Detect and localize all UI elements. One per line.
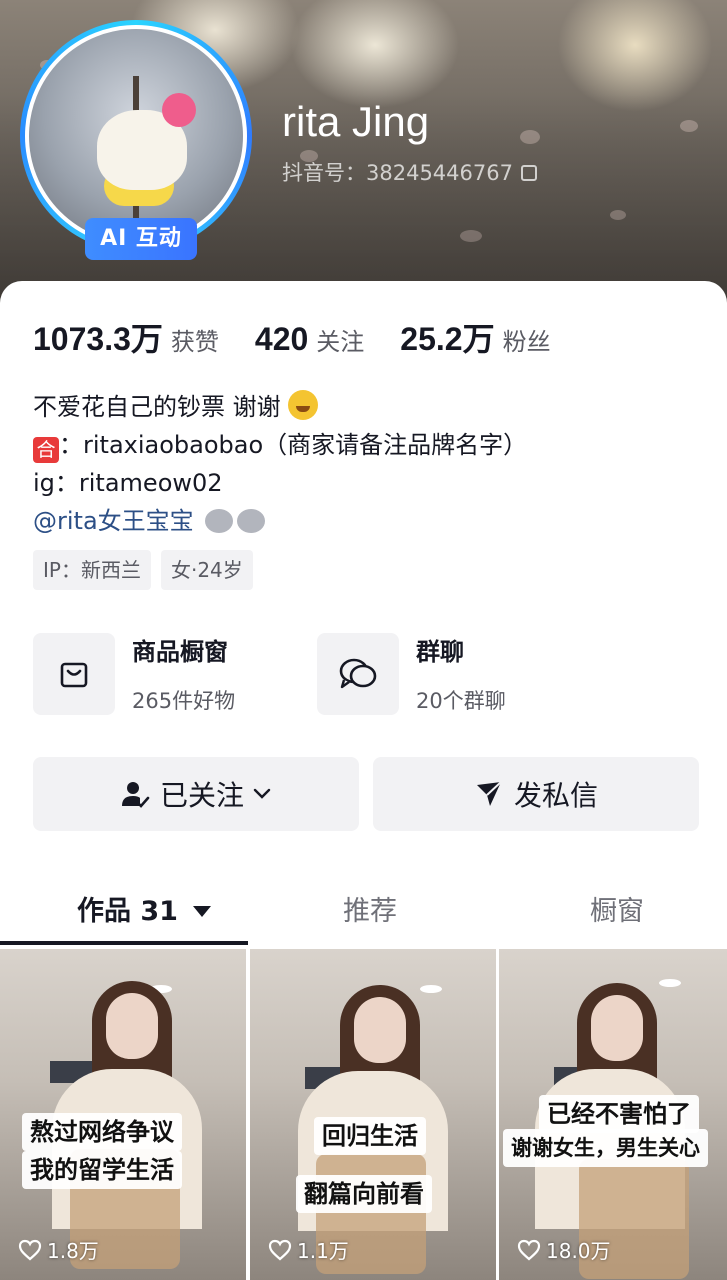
video-likes-2-count: 1.1万 (297, 1239, 349, 1263)
likes-label: 获赞 (170, 328, 219, 356)
group-chat-count: 20个群聊 (416, 689, 506, 713)
send-message-label: 发私信 (513, 779, 598, 812)
send-icon (474, 779, 504, 809)
cooperation-icon: 合 (33, 437, 59, 463)
video-grid: 熬过网络争议 我的留学生活 1.8万 回归生活 翻篇向前看 1.1万 已经不害怕… (0, 949, 727, 1280)
following-button[interactable]: 已关注 (33, 757, 359, 831)
heart-icon (268, 1239, 292, 1260)
koala-emoji-icon (237, 509, 266, 533)
video-card-3[interactable]: 已经不害怕了 谢谢女生，男生关心 18.0万 (499, 949, 727, 1280)
video-likes-3-count: 18.0万 (546, 1239, 611, 1263)
following-button-label: 已关注 (159, 779, 244, 812)
following-label: 关注 (316, 328, 365, 356)
elephant-emoji-icon (205, 509, 234, 533)
content-tabs: 作品 31 推荐 橱窗 (0, 871, 727, 941)
bio: 不爱花自己的钞票 谢谢 合：ritaxiaobaobao（商家请备注品牌名字） … (33, 388, 527, 540)
chat-bubbles-icon (317, 632, 399, 715)
shopping-bag-icon (33, 632, 115, 715)
video-caption-1a: 熬过网络争议 (22, 1113, 182, 1151)
video-card-1[interactable]: 熬过网络争议 我的留学生活 1.8万 (0, 949, 246, 1280)
video-caption-3a: 已经不害怕了 (539, 1095, 699, 1133)
following-count[interactable]: 420 (255, 321, 308, 358)
active-tab-indicator (0, 941, 248, 945)
tab-recommend[interactable]: 推荐 (343, 889, 397, 928)
shop-window-count: 265件好物 (132, 689, 236, 713)
mention-link[interactable]: @rita女王宝宝 (33, 507, 194, 535)
gender-age-tag: 女·24岁 (160, 550, 253, 590)
stats-row: 1073.3万 获赞 420 关注 25.2万 粉丝 (33, 314, 587, 360)
avatar-image (25, 25, 247, 247)
video-likes-1: 1.8万 (18, 1235, 99, 1264)
tab-showcase[interactable]: 橱窗 (590, 889, 644, 928)
bio-line-3: ig：ritameow02 (33, 469, 223, 497)
grin-emoji-icon (288, 390, 319, 420)
likes-count[interactable]: 1073.3万 (33, 314, 163, 360)
ai-interact-badge[interactable]: AI 互动 (85, 218, 197, 260)
douyin-id-text: 抖音号：38245446767 (282, 161, 513, 185)
video-likes-1-count: 1.8万 (47, 1239, 99, 1263)
ip-tag: IP：新西兰 (33, 550, 151, 590)
followers-label: 粉丝 (502, 328, 551, 356)
profile-name: rita Jing (282, 98, 430, 145)
video-caption-2a: 回归生活 (314, 1117, 426, 1155)
group-chat-title: 群聊 (416, 638, 464, 666)
tab-works[interactable]: 作品 31 (77, 889, 212, 928)
bio-line-2: ：ritaxiaobaobao（商家请备注品牌名字） (59, 431, 528, 459)
group-chat-entry[interactable]: 群聊 20个群聊 (317, 632, 506, 715)
send-message-button[interactable]: 发私信 (373, 757, 699, 831)
copy-icon[interactable] (520, 165, 537, 181)
bio-line-1: 不爱花自己的钞票 谢谢 (33, 393, 281, 421)
tab-works-label: 作品 31 (77, 896, 178, 927)
heart-icon (18, 1239, 42, 1260)
chevron-down-icon (252, 787, 272, 801)
heart-icon (517, 1239, 541, 1260)
video-likes-2: 1.1万 (268, 1235, 349, 1264)
video-card-2[interactable]: 回归生活 翻篇向前看 1.1万 (250, 949, 496, 1280)
video-caption-2b: 翻篇向前看 (296, 1175, 432, 1213)
shop-window-title: 商品橱窗 (132, 638, 228, 666)
video-caption-3b: 谢谢女生，男生关心 (503, 1129, 708, 1167)
followers-count[interactable]: 25.2万 (400, 314, 494, 360)
video-caption-1b: 我的留学生活 (22, 1151, 182, 1189)
user-check-icon (120, 779, 150, 809)
triangle-down-icon (193, 906, 212, 917)
shop-window-entry[interactable]: 商品橱窗 265件好物 (33, 632, 235, 715)
douyin-id[interactable]: 抖音号：38245446767 (282, 157, 537, 187)
profile-tags: IP：新西兰 女·24岁 (33, 550, 253, 590)
video-likes-3: 18.0万 (517, 1235, 611, 1264)
